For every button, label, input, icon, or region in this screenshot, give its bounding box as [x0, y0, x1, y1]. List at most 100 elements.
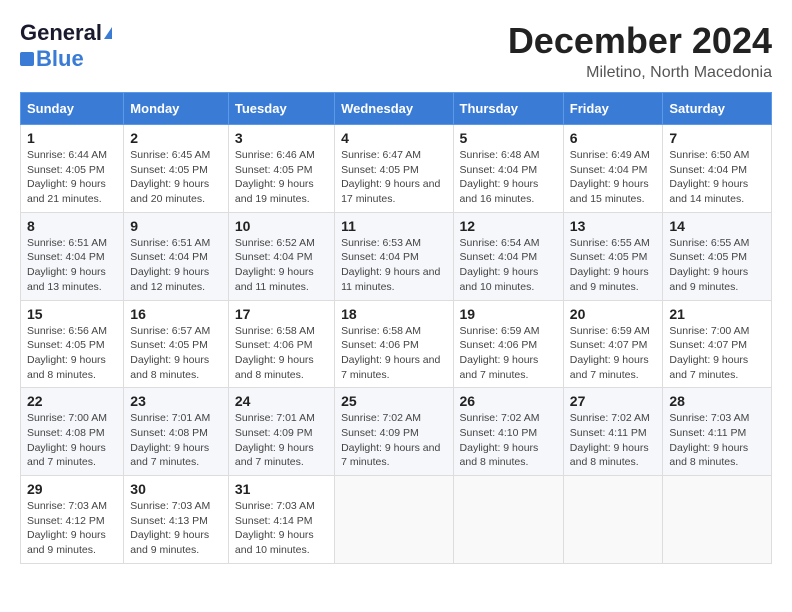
day-info: Sunrise: 6:59 AMSunset: 4:06 PMDaylight:… — [460, 324, 557, 383]
day-info: Sunrise: 7:03 AMSunset: 4:13 PMDaylight:… — [130, 499, 222, 558]
day-number: 9 — [130, 218, 222, 234]
day-info: Sunrise: 6:57 AMSunset: 4:05 PMDaylight:… — [130, 324, 222, 383]
calendar-cell: 17 Sunrise: 6:58 AMSunset: 4:06 PMDayligh… — [228, 300, 334, 388]
day-info: Sunrise: 6:56 AMSunset: 4:05 PMDaylight:… — [27, 324, 117, 383]
calendar-cell: 4 Sunrise: 6:47 AMSunset: 4:05 PMDaylight… — [335, 125, 453, 213]
day-number: 18 — [341, 306, 446, 322]
day-info: Sunrise: 7:02 AMSunset: 4:11 PMDaylight:… — [570, 411, 657, 470]
calendar-cell: 20 Sunrise: 6:59 AMSunset: 4:07 PMDayligh… — [563, 300, 663, 388]
day-number: 7 — [669, 130, 765, 146]
day-info: Sunrise: 7:02 AMSunset: 4:09 PMDaylight:… — [341, 411, 446, 470]
calendar-cell: 16 Sunrise: 6:57 AMSunset: 4:05 PMDayligh… — [124, 300, 229, 388]
calendar-cell: 25 Sunrise: 7:02 AMSunset: 4:09 PMDayligh… — [335, 388, 453, 476]
calendar-week-row: 1 Sunrise: 6:44 AMSunset: 4:05 PMDaylight… — [21, 125, 772, 213]
day-info: Sunrise: 6:52 AMSunset: 4:04 PMDaylight:… — [235, 236, 328, 295]
calendar-cell: 18Sunrise: 6:58 AMSunset: 4:06 PMDayligh… — [335, 300, 453, 388]
calendar-week-row: 22 Sunrise: 7:00 AMSunset: 4:08 PMDayligh… — [21, 388, 772, 476]
day-number: 10 — [235, 218, 328, 234]
day-number: 19 — [460, 306, 557, 322]
day-info: Sunrise: 6:58 AMSunset: 4:06 PMDaylight:… — [235, 324, 328, 383]
calendar-cell: 21Sunrise: 7:00 AMSunset: 4:07 PMDayligh… — [663, 300, 772, 388]
day-number: 21 — [669, 306, 765, 322]
day-info: Sunrise: 6:49 AMSunset: 4:04 PMDaylight:… — [570, 148, 657, 207]
day-number: 13 — [570, 218, 657, 234]
day-number: 28 — [669, 393, 765, 409]
calendar-cell: 24 Sunrise: 7:01 AMSunset: 4:09 PMDayligh… — [228, 388, 334, 476]
day-number: 8 — [27, 218, 117, 234]
calendar-cell: 27 Sunrise: 7:02 AMSunset: 4:11 PMDayligh… — [563, 388, 663, 476]
day-info: Sunrise: 7:03 AMSunset: 4:11 PMDaylight:… — [669, 411, 765, 470]
day-number: 6 — [570, 130, 657, 146]
day-info: Sunrise: 7:03 AMSunset: 4:12 PMDaylight:… — [27, 499, 117, 558]
col-monday: Monday — [124, 93, 229, 125]
day-info: Sunrise: 6:51 AMSunset: 4:04 PMDaylight:… — [130, 236, 222, 295]
col-tuesday: Tuesday — [228, 93, 334, 125]
day-number: 3 — [235, 130, 328, 146]
day-info: Sunrise: 6:45 AMSunset: 4:05 PMDaylight:… — [130, 148, 222, 207]
day-number: 26 — [460, 393, 557, 409]
day-info: Sunrise: 6:44 AMSunset: 4:05 PMDaylight:… — [27, 148, 117, 207]
day-number: 11 — [341, 218, 446, 234]
day-info: Sunrise: 7:01 AMSunset: 4:09 PMDaylight:… — [235, 411, 328, 470]
day-info: Sunrise: 6:59 AMSunset: 4:07 PMDaylight:… — [570, 324, 657, 383]
calendar-cell: 10 Sunrise: 6:52 AMSunset: 4:04 PMDayligh… — [228, 212, 334, 300]
calendar-cell: 12 Sunrise: 6:54 AMSunset: 4:04 PMDayligh… — [453, 212, 563, 300]
calendar-cell — [563, 476, 663, 564]
day-number: 1 — [27, 130, 117, 146]
day-info: Sunrise: 6:54 AMSunset: 4:04 PMDaylight:… — [460, 236, 557, 295]
page-header: General Blue December 2024 Miletino, Nor… — [20, 20, 772, 82]
location-subtitle: Miletino, North Macedonia — [508, 64, 772, 82]
calendar-cell — [663, 476, 772, 564]
logo-blue-text: Blue — [36, 46, 84, 72]
calendar-week-row: 8 Sunrise: 6:51 AMSunset: 4:04 PMDaylight… — [21, 212, 772, 300]
day-number: 31 — [235, 481, 328, 497]
calendar-cell: 29Sunrise: 7:03 AMSunset: 4:12 PMDayligh… — [21, 476, 124, 564]
day-number: 24 — [235, 393, 328, 409]
calendar-cell: 22 Sunrise: 7:00 AMSunset: 4:08 PMDayligh… — [21, 388, 124, 476]
calendar-cell: 15Sunrise: 6:56 AMSunset: 4:05 PMDayligh… — [21, 300, 124, 388]
calendar-week-row: 29Sunrise: 7:03 AMSunset: 4:12 PMDayligh… — [21, 476, 772, 564]
day-number: 22 — [27, 393, 117, 409]
day-number: 27 — [570, 393, 657, 409]
day-number: 5 — [460, 130, 557, 146]
calendar-cell: 14 Sunrise: 6:55 AMSunset: 4:05 PMDayligh… — [663, 212, 772, 300]
calendar-cell: 11 Sunrise: 6:53 AMSunset: 4:04 PMDayligh… — [335, 212, 453, 300]
calendar-cell: 2 Sunrise: 6:45 AMSunset: 4:05 PMDaylight… — [124, 125, 229, 213]
day-number: 30 — [130, 481, 222, 497]
day-number: 16 — [130, 306, 222, 322]
calendar-cell: 23Sunrise: 7:01 AMSunset: 4:08 PMDayligh… — [124, 388, 229, 476]
calendar-cell — [335, 476, 453, 564]
calendar-cell: 30 Sunrise: 7:03 AMSunset: 4:13 PMDayligh… — [124, 476, 229, 564]
day-number: 23 — [130, 393, 222, 409]
day-number: 20 — [570, 306, 657, 322]
logo: General Blue — [20, 20, 112, 72]
calendar-cell: 1 Sunrise: 6:44 AMSunset: 4:05 PMDaylight… — [21, 125, 124, 213]
day-number: 25 — [341, 393, 446, 409]
day-number: 14 — [669, 218, 765, 234]
calendar-cell: 26 Sunrise: 7:02 AMSunset: 4:10 PMDayligh… — [453, 388, 563, 476]
day-number: 17 — [235, 306, 328, 322]
calendar-cell: 13 Sunrise: 6:55 AMSunset: 4:05 PMDayligh… — [563, 212, 663, 300]
title-area: December 2024 Miletino, North Macedonia — [508, 20, 772, 82]
calendar-week-row: 15Sunrise: 6:56 AMSunset: 4:05 PMDayligh… — [21, 300, 772, 388]
day-info: Sunrise: 7:00 AMSunset: 4:08 PMDaylight:… — [27, 411, 117, 470]
day-info: Sunrise: 6:46 AMSunset: 4:05 PMDaylight:… — [235, 148, 328, 207]
calendar-table: Sunday Monday Tuesday Wednesday Thursday… — [20, 92, 772, 564]
calendar-cell: 9 Sunrise: 6:51 AMSunset: 4:04 PMDaylight… — [124, 212, 229, 300]
day-number: 4 — [341, 130, 446, 146]
day-info: Sunrise: 6:50 AMSunset: 4:04 PMDaylight:… — [669, 148, 765, 207]
col-sunday: Sunday — [21, 93, 124, 125]
day-info: Sunrise: 6:53 AMSunset: 4:04 PMDaylight:… — [341, 236, 446, 295]
calendar-cell: 31Sunrise: 7:03 AMSunset: 4:14 PMDayligh… — [228, 476, 334, 564]
day-info: Sunrise: 7:02 AMSunset: 4:10 PMDaylight:… — [460, 411, 557, 470]
calendar-cell: 3 Sunrise: 6:46 AMSunset: 4:05 PMDaylight… — [228, 125, 334, 213]
day-info: Sunrise: 6:51 AMSunset: 4:04 PMDaylight:… — [27, 236, 117, 295]
day-info: Sunrise: 6:55 AMSunset: 4:05 PMDaylight:… — [669, 236, 765, 295]
day-number: 2 — [130, 130, 222, 146]
calendar-cell: 8 Sunrise: 6:51 AMSunset: 4:04 PMDaylight… — [21, 212, 124, 300]
calendar-cell: 7 Sunrise: 6:50 AMSunset: 4:04 PMDaylight… — [663, 125, 772, 213]
logo-general-text: General — [20, 20, 102, 46]
day-info: Sunrise: 6:47 AMSunset: 4:05 PMDaylight:… — [341, 148, 446, 207]
day-number: 12 — [460, 218, 557, 234]
day-info: Sunrise: 6:55 AMSunset: 4:05 PMDaylight:… — [570, 236, 657, 295]
